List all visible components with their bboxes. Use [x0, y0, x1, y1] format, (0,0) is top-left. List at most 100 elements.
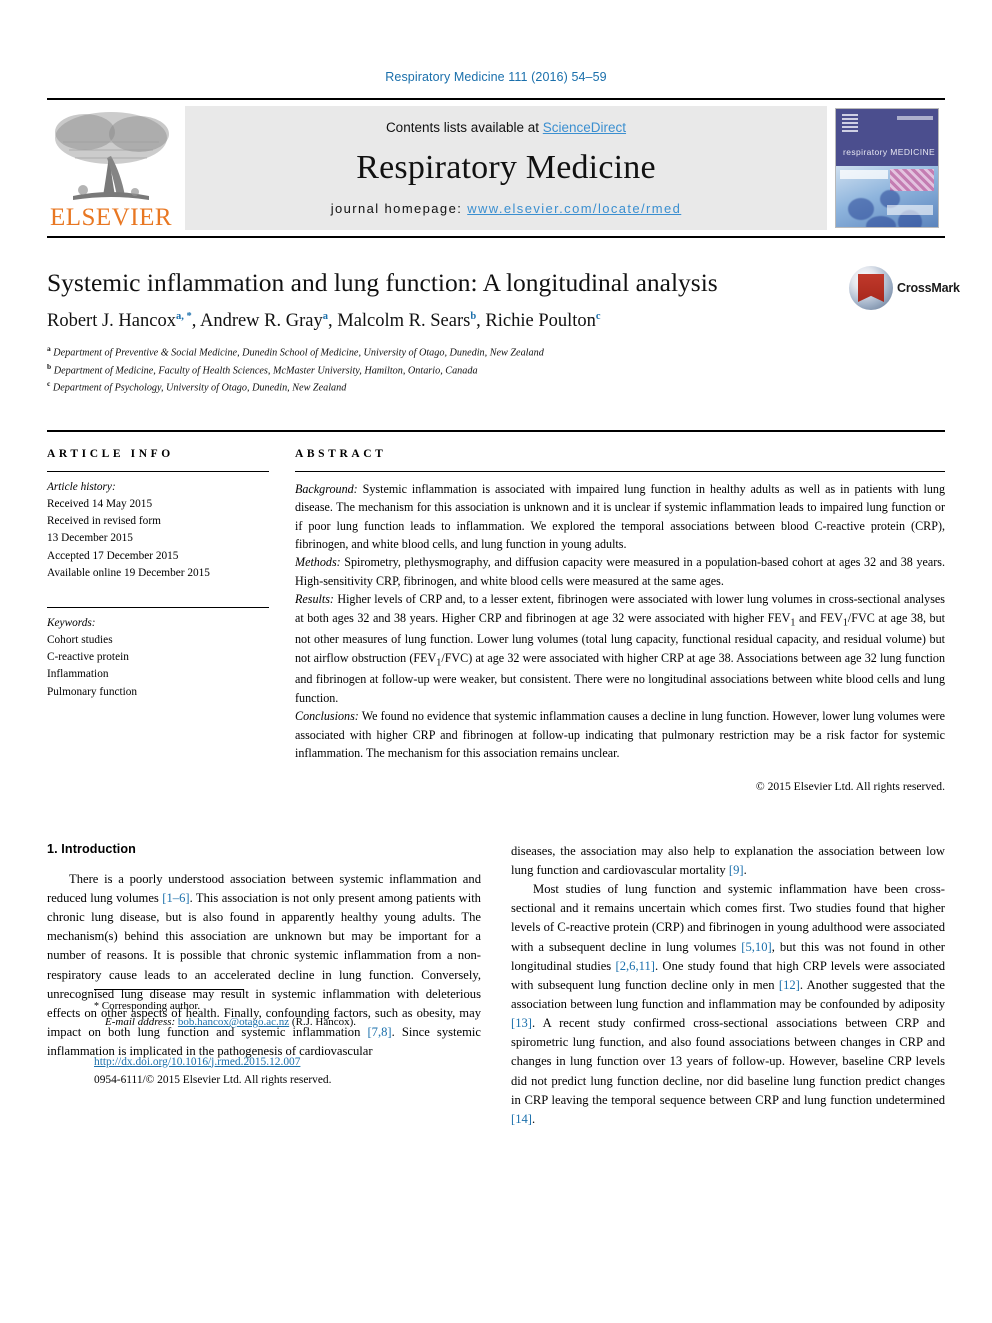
- elsevier-logo: ELSEVIER: [47, 100, 175, 236]
- author-affil-mark[interactable]: a: [323, 311, 328, 322]
- intro-paragraph-2: Most studies of lung function and system…: [511, 880, 945, 1129]
- title-block: Systemic inflammation and lung function:…: [47, 266, 960, 396]
- keyword-item: Cohort studies: [47, 634, 113, 647]
- abstract-column: ABSTRACT Background: Systemic inflammati…: [295, 448, 945, 796]
- author-name: Richie Poulton: [485, 311, 596, 332]
- article-page: Respiratory Medicine 111 (2016) 54–59 EL…: [0, 0, 992, 1323]
- abstract-methods-label: Methods:: [295, 555, 341, 570]
- info-abstract-region: ARTICLE INFO Article history: Received 1…: [47, 429, 945, 796]
- article-history: Article history: Received 14 May 2015 Re…: [47, 472, 269, 582]
- author-affil-mark[interactable]: a, *: [176, 311, 192, 322]
- article-history-label: Article history:: [47, 480, 116, 493]
- cover-image: [836, 165, 938, 227]
- affiliation-mark: a: [47, 344, 51, 354]
- author-name: Robert J. Hancox: [47, 311, 176, 332]
- masthead-center: Contents lists available at ScienceDirec…: [185, 106, 827, 230]
- affiliation-mark: b: [47, 361, 52, 371]
- abstract-methods-text: Spirometry, plethysmography, and diffusi…: [295, 555, 945, 588]
- cover-top-band: respiratory MEDICINE: [836, 109, 938, 166]
- footnote-area: * Corresponding author. E-mail address: …: [94, 988, 526, 1090]
- citation-ref[interactable]: [1–6]: [162, 891, 189, 905]
- history-item: 13 December 2015: [47, 532, 133, 545]
- abstract-background-label: Background:: [295, 481, 358, 496]
- elsevier-wordmark: ELSEVIER: [49, 204, 173, 231]
- cover-journal-name: respiratory MEDICINE: [843, 146, 936, 157]
- doi-block: http://dx.doi.org/10.1016/j.rmed.2015.12…: [94, 1053, 526, 1090]
- corresponding-author-label: Corresponding author.: [99, 999, 201, 1012]
- journal-homepage-line: journal homepage: www.elsevier.com/locat…: [331, 201, 682, 216]
- cover-cell-blob: [848, 197, 874, 220]
- crossmark-label: CrossMark: [897, 281, 960, 295]
- cover-url-bar: [840, 169, 888, 179]
- intro-p1-cont-b: .: [743, 863, 747, 878]
- affiliation-text: Department of Preventive & Social Medici…: [53, 347, 544, 359]
- abstract-copyright: © 2015 Elsevier Ltd. All rights reserved…: [755, 780, 945, 794]
- cover-issue-text: [897, 116, 933, 120]
- email-label: E-mail address:: [105, 1016, 176, 1029]
- author-email-link[interactable]: bob.hancox@otago.ac.nz: [178, 1016, 289, 1028]
- intro-p2-text-e: . A recent study confirmed cross-section…: [511, 1016, 945, 1107]
- contents-prefix: Contents lists available at: [385, 120, 543, 135]
- section-heading-introduction: 1. Introduction: [47, 841, 136, 856]
- author-affil-mark[interactable]: c: [596, 311, 601, 322]
- keyword-item: Pulmonary function: [47, 685, 138, 698]
- history-item: Accepted 17 December 2015: [47, 549, 179, 562]
- article-info-heading: ARTICLE INFO: [47, 447, 174, 460]
- intro-paragraph-1-continued: diseases, the association may also help …: [511, 842, 945, 880]
- affiliation-text: Department of Medicine, Faculty of Healt…: [53, 365, 478, 377]
- body-columns: 1. Introduction There is a poorly unders…: [47, 842, 945, 1129]
- citation-ref[interactable]: [12]: [779, 978, 800, 992]
- author-affil-mark[interactable]: b: [470, 311, 476, 322]
- abstract-methods: Methods: Spirometry, plethysmography, an…: [295, 553, 945, 590]
- author-list: Robert J. Hancoxa, *, Andrew R. Graya, M…: [47, 311, 601, 332]
- journal-masthead: ELSEVIER Contents lists available at Sci…: [47, 98, 945, 238]
- page-title: Systemic inflammation and lung function:…: [47, 268, 718, 297]
- abstract-heading: ABSTRACT: [295, 447, 387, 460]
- abstract-background: Background: Systemic inflammation is ass…: [295, 480, 945, 554]
- keywords-block: Keywords: Cohort studies C-reactive prot…: [47, 600, 269, 701]
- keywords-rule: [47, 606, 269, 608]
- contents-available-line: Contents lists available at ScienceDirec…: [386, 120, 626, 135]
- affiliation-list: a Department of Preventive & Social Medi…: [47, 344, 945, 396]
- crossmark-badge-group[interactable]: CrossMark: [849, 260, 960, 316]
- issn-copyright-line: 0954-6111/© 2015 Elsevier Ltd. All right…: [94, 1073, 332, 1086]
- author-name: Malcolm R. Sears: [337, 311, 471, 332]
- keywords-label: Keywords:: [47, 616, 96, 629]
- body-column-left: 1. Introduction There is a poorly unders…: [47, 842, 481, 1129]
- history-item: Received in revised form: [47, 515, 161, 528]
- footnote-divider: [94, 988, 244, 990]
- journal-title: Respiratory Medicine: [356, 149, 656, 186]
- affiliation-mark: c: [47, 378, 51, 388]
- cover-brandmark-icon: [842, 114, 858, 132]
- doi-link[interactable]: http://dx.doi.org/10.1016/j.rmed.2015.12…: [94, 1056, 300, 1068]
- citation-ref[interactable]: [14]: [511, 1112, 532, 1126]
- intro-p2-text-f: .: [531, 1111, 536, 1126]
- author-name: Andrew R. Gray: [199, 311, 323, 332]
- homepage-label: journal homepage:: [330, 201, 468, 216]
- email-suffix: (R.J. Hancox).: [289, 1016, 357, 1029]
- crossmark-icon: [849, 266, 893, 310]
- abstract-conclusions-label: Conclusions:: [295, 709, 359, 724]
- abstract-conclusions-text: We found no evidence that systemic infla…: [295, 709, 945, 760]
- corresponding-author-note: * Corresponding author. E-mail address: …: [94, 998, 526, 1031]
- abstract-results-text-2: and FEV: [795, 610, 843, 625]
- affiliation-text: Department of Psychology, University of …: [52, 382, 347, 394]
- abstract-body: Background: Systemic inflammation is ass…: [295, 472, 945, 796]
- elsevier-tree-icon: [55, 112, 169, 200]
- affiliation-item: b Department of Medicine, Faculty of Hea…: [47, 362, 945, 379]
- sciencedirect-link[interactable]: ScienceDirect: [543, 120, 626, 135]
- abstract-conclusions: Conclusions: We found no evidence that s…: [295, 707, 945, 762]
- affiliation-item: a Department of Preventive & Social Medi…: [47, 344, 945, 361]
- journal-homepage-link[interactable]: www.elsevier.com/locate/rmed: [467, 201, 681, 216]
- citation-ref[interactable]: [5,10]: [741, 940, 771, 954]
- keyword-item: C-reactive protein: [47, 651, 129, 664]
- history-item: Received 14 May 2015: [47, 498, 153, 511]
- cover-footer-text: [887, 204, 933, 215]
- abstract-background-text: Systemic inflammation is associated with…: [295, 481, 945, 552]
- abstract-results: Results: Higher levels of CRP and, to a …: [295, 590, 945, 707]
- citation-ref[interactable]: [2,6,11]: [616, 959, 655, 973]
- journal-cover-thumbnail: respiratory MEDICINE: [835, 108, 939, 228]
- body-column-right: diseases, the association may also help …: [511, 842, 945, 1129]
- citation-ref[interactable]: [9]: [729, 863, 744, 877]
- history-item: Available online 19 December 2015: [47, 566, 210, 579]
